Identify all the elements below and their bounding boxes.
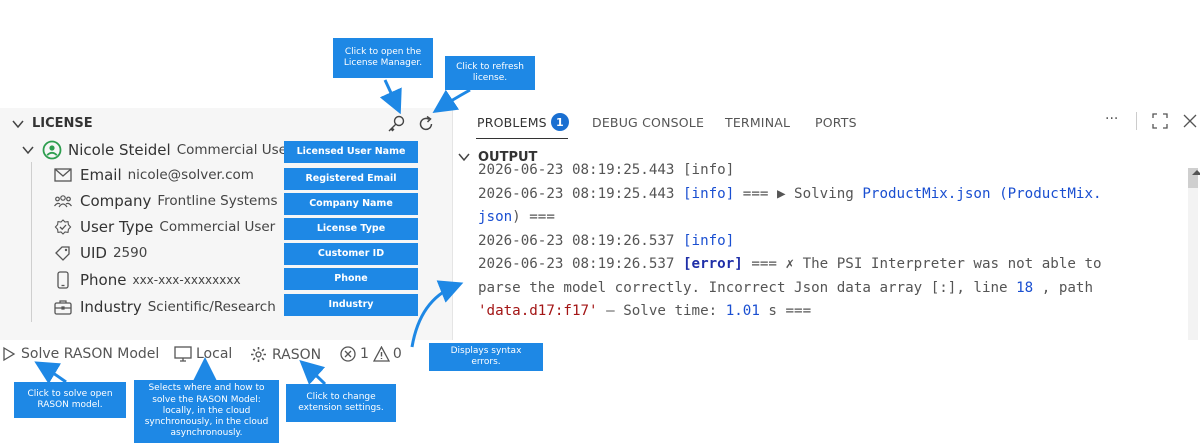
arrow-settings (299, 359, 327, 386)
arrow-solve (34, 361, 67, 385)
arrow-license-manager (379, 79, 402, 115)
callout-arrows (34, 79, 471, 386)
arrow-refresh (432, 88, 471, 113)
arrow-syntax (410, 280, 464, 348)
